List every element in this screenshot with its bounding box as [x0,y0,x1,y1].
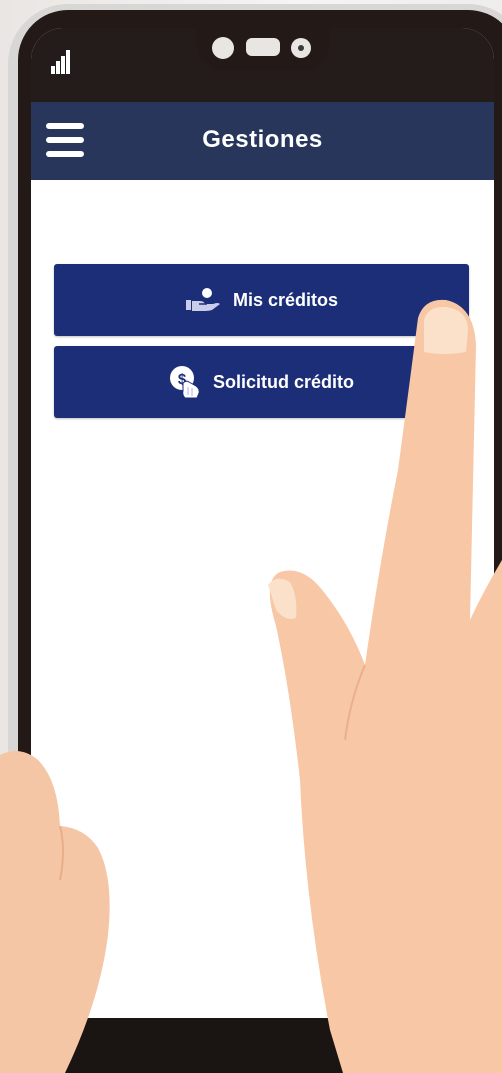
camera-notch [196,28,330,70]
app-header: Gestiones [31,102,494,180]
signal-bars-icon [51,50,75,74]
mis-creditos-label: Mis créditos [232,289,339,310]
solicitud-credito-button[interactable]: $ Solicitud crédito [54,346,469,418]
dollar-coin-hand-icon: $ [169,365,201,399]
phone-screen: Gestiones Mis créditos $ Solicitud crédi… [31,28,494,1028]
phone-bottom-bezel [0,1018,502,1073]
solicitud-credito-label: Solicitud crédito [212,371,354,392]
speaker-grille-icon [246,38,280,56]
status-bar [31,28,494,102]
front-camera-icon [291,38,311,58]
scene: Gestiones Mis créditos $ Solicitud crédi… [0,0,502,1073]
mis-creditos-button[interactable]: Mis créditos [54,264,469,336]
camera-lens-icon [212,37,234,59]
page-title: Gestiones [202,126,323,153]
hand-holding-coin-icon [185,287,221,313]
